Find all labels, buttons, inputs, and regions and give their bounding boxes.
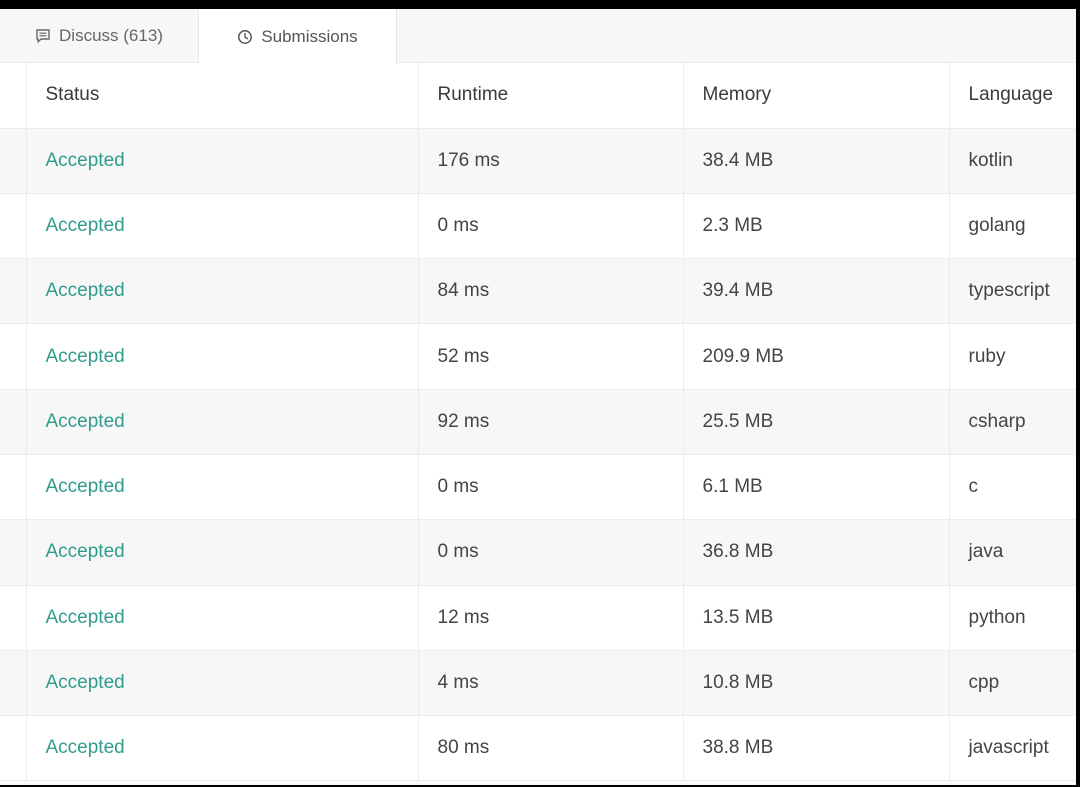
status-accepted-link[interactable]: Accepted — [25, 193, 418, 260]
table-gutter-cell — [0, 650, 26, 717]
tab-submissions-label: Submissions — [261, 26, 358, 46]
runtime-cell: 0 ms — [417, 193, 683, 260]
header-status: Status — [25, 63, 418, 129]
table-row[interactable]: Accepted 80 ms 38.8 MB javascript — [0, 715, 1076, 782]
runtime-cell: 12 ms — [417, 585, 683, 651]
table-gutter-cell — [0, 128, 26, 194]
language-cell: javascript — [948, 715, 1076, 782]
table-row[interactable]: Accepted 92 ms 25.5 MB csharp — [0, 389, 1076, 455]
language-cell: typescript — [948, 258, 1076, 325]
table-row[interactable]: Accepted 4 ms 10.8 MB cpp — [0, 650, 1076, 717]
memory-cell: 13.5 MB — [682, 585, 949, 651]
memory-cell: 38.4 MB — [682, 128, 949, 194]
language-cell: python — [948, 585, 1076, 651]
runtime-cell: 52 ms — [417, 323, 683, 390]
runtime-cell: 92 ms — [417, 389, 683, 455]
header-runtime: Runtime — [417, 63, 683, 129]
table-row[interactable]: Accepted 52 ms 209.9 MB ruby — [0, 323, 1076, 390]
memory-cell: 25.5 MB — [682, 389, 949, 455]
language-cell: kotlin — [948, 128, 1076, 194]
table-gutter-cell — [0, 389, 26, 455]
table-gutter-cell — [0, 715, 26, 782]
submissions-table: Status Runtime Memory Language Accepted … — [0, 63, 1076, 782]
tab-bar: Discuss (613) Submissions — [0, 9, 1076, 64]
table-gutter-cell — [0, 585, 26, 651]
table-gutter-cell — [0, 454, 26, 521]
table-row[interactable]: Accepted 12 ms 13.5 MB python — [0, 585, 1076, 651]
tab-discuss[interactable]: Discuss (613) — [0, 9, 199, 63]
header-memory: Memory — [682, 63, 949, 129]
status-accepted-link[interactable]: Accepted — [25, 519, 418, 586]
status-accepted-link[interactable]: Accepted — [25, 650, 418, 717]
memory-cell: 209.9 MB — [682, 323, 949, 390]
memory-cell: 38.8 MB — [682, 715, 949, 782]
table-row[interactable]: Accepted 0 ms 36.8 MB java — [0, 519, 1076, 586]
language-cell: c — [948, 454, 1076, 521]
runtime-cell: 4 ms — [417, 650, 683, 717]
runtime-cell: 0 ms — [417, 454, 683, 521]
status-accepted-link[interactable]: Accepted — [25, 585, 418, 651]
tab-discuss-label: Discuss (613) — [59, 26, 163, 45]
runtime-cell: 84 ms — [417, 258, 683, 325]
memory-cell: 2.3 MB — [682, 193, 949, 260]
table-gutter-cell — [0, 63, 26, 129]
memory-cell: 10.8 MB — [682, 650, 949, 717]
table-row[interactable]: Accepted 176 ms 38.4 MB kotlin — [0, 128, 1076, 194]
table-gutter-cell — [0, 258, 26, 325]
runtime-cell: 176 ms — [417, 128, 683, 194]
runtime-cell: 80 ms — [417, 715, 683, 782]
runtime-cell: 0 ms — [417, 519, 683, 586]
table-gutter-cell — [0, 519, 26, 586]
status-accepted-link[interactable]: Accepted — [25, 258, 418, 325]
tab-submissions[interactable]: Submissions — [199, 9, 397, 64]
header-language: Language — [948, 63, 1076, 129]
comment-icon — [35, 28, 51, 44]
status-accepted-link[interactable]: Accepted — [25, 389, 418, 455]
submissions-table-container: Status Runtime Memory Language Accepted … — [0, 63, 1076, 785]
memory-cell: 6.1 MB — [682, 454, 949, 521]
language-cell: ruby — [948, 323, 1076, 390]
memory-cell: 36.8 MB — [682, 519, 949, 586]
table-gutter-cell — [0, 323, 26, 390]
language-cell: csharp — [948, 389, 1076, 455]
clock-icon — [237, 29, 253, 45]
status-accepted-link[interactable]: Accepted — [25, 128, 418, 194]
table-row[interactable]: Accepted 84 ms 39.4 MB typescript — [0, 258, 1076, 325]
status-accepted-link[interactable]: Accepted — [25, 454, 418, 521]
language-cell: java — [948, 519, 1076, 586]
status-accepted-link[interactable]: Accepted — [25, 323, 418, 390]
memory-cell: 39.4 MB — [682, 258, 949, 325]
table-gutter-cell — [0, 193, 26, 260]
table-header-row: Status Runtime Memory Language — [0, 63, 1076, 129]
table-row[interactable]: Accepted 0 ms 2.3 MB golang — [0, 193, 1076, 260]
table-row[interactable]: Accepted 0 ms 6.1 MB c — [0, 454, 1076, 521]
language-cell: golang — [948, 193, 1076, 260]
language-cell: cpp — [948, 650, 1076, 717]
submissions-panel: Discuss (613) Submissions Status Runtime — [0, 9, 1076, 785]
status-accepted-link[interactable]: Accepted — [25, 715, 418, 782]
